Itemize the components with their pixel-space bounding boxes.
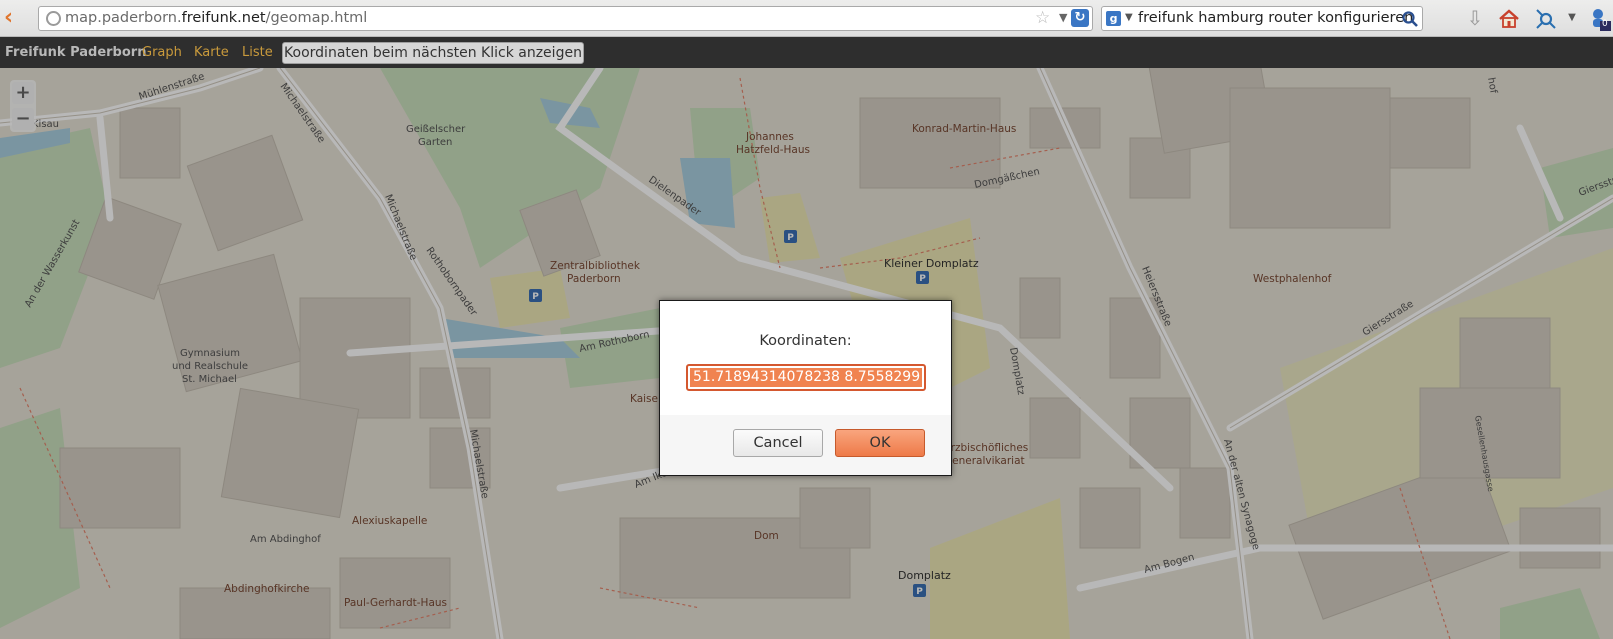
back-arrow-icon[interactable]: ‹ [4,7,26,29]
coordinates-value[interactable]: 51.71894314078238 8.7558299 [690,368,922,387]
nav-link-karte[interactable]: Karte [194,45,229,60]
globe-icon [46,11,61,26]
home-icon[interactable] [1497,7,1521,31]
reload-icon[interactable]: ↻ [1071,9,1089,27]
browser-toolbar: ‹ map.paderborn.freifunk.net/geomap.html… [0,0,1613,37]
url-domain-main: freifunk.net [181,10,266,26]
nav-link-graph[interactable]: Graph [142,45,182,60]
addon-badge-count: 0 [1602,19,1608,29]
addon-dropdown-icon[interactable]: ▼ [1560,7,1584,31]
url-text[interactable]: map.paderborn.freifunk.net/geomap.html [65,10,367,26]
history-dropdown-icon[interactable]: ▼ [1059,11,1067,24]
cancel-button[interactable]: Cancel [733,429,823,457]
nav-brand[interactable]: Freifunk Paderborn [5,45,146,60]
url-bar[interactable]: map.paderborn.freifunk.net/geomap.html ☆… [38,6,1093,31]
download-icon[interactable]: ⇩ [1463,7,1487,31]
search-input[interactable]: freifunk hamburg router konfigurieren [1138,10,1413,26]
addon-badge[interactable]: 0 [1589,7,1611,31]
coordinates-button[interactable]: Koordinaten beim nächsten Klick anzeigen [282,42,584,64]
google-icon[interactable]: g [1106,11,1121,26]
url-domain-prefix: map.paderborn. [65,10,182,26]
ok-button[interactable]: OK [835,429,925,457]
nav-link-liste[interactable]: Liste [242,45,273,60]
coordinates-dialog: Koordinaten: 51.71894314078238 8.7558299… [659,300,952,476]
search-icon[interactable] [1401,10,1419,28]
dialog-label: Koordinaten: [759,333,852,349]
search-engine-dropdown-icon[interactable]: ▼ [1125,12,1133,23]
search-bar[interactable]: g ▼ freifunk hamburg router konfiguriere… [1101,6,1423,31]
url-path: /geomap.html [265,10,368,26]
coordinates-input[interactable]: 51.71894314078238 8.7558299 [686,364,926,391]
bookmark-star-icon[interactable]: ☆ [1035,8,1050,28]
app-navbar: Freifunk Paderborn Graph Karte Liste Koo… [0,37,1613,68]
network-addon-icon[interactable] [1534,7,1558,31]
dialog-body: Koordinaten: 51.71894314078238 8.7558299 [660,301,951,415]
